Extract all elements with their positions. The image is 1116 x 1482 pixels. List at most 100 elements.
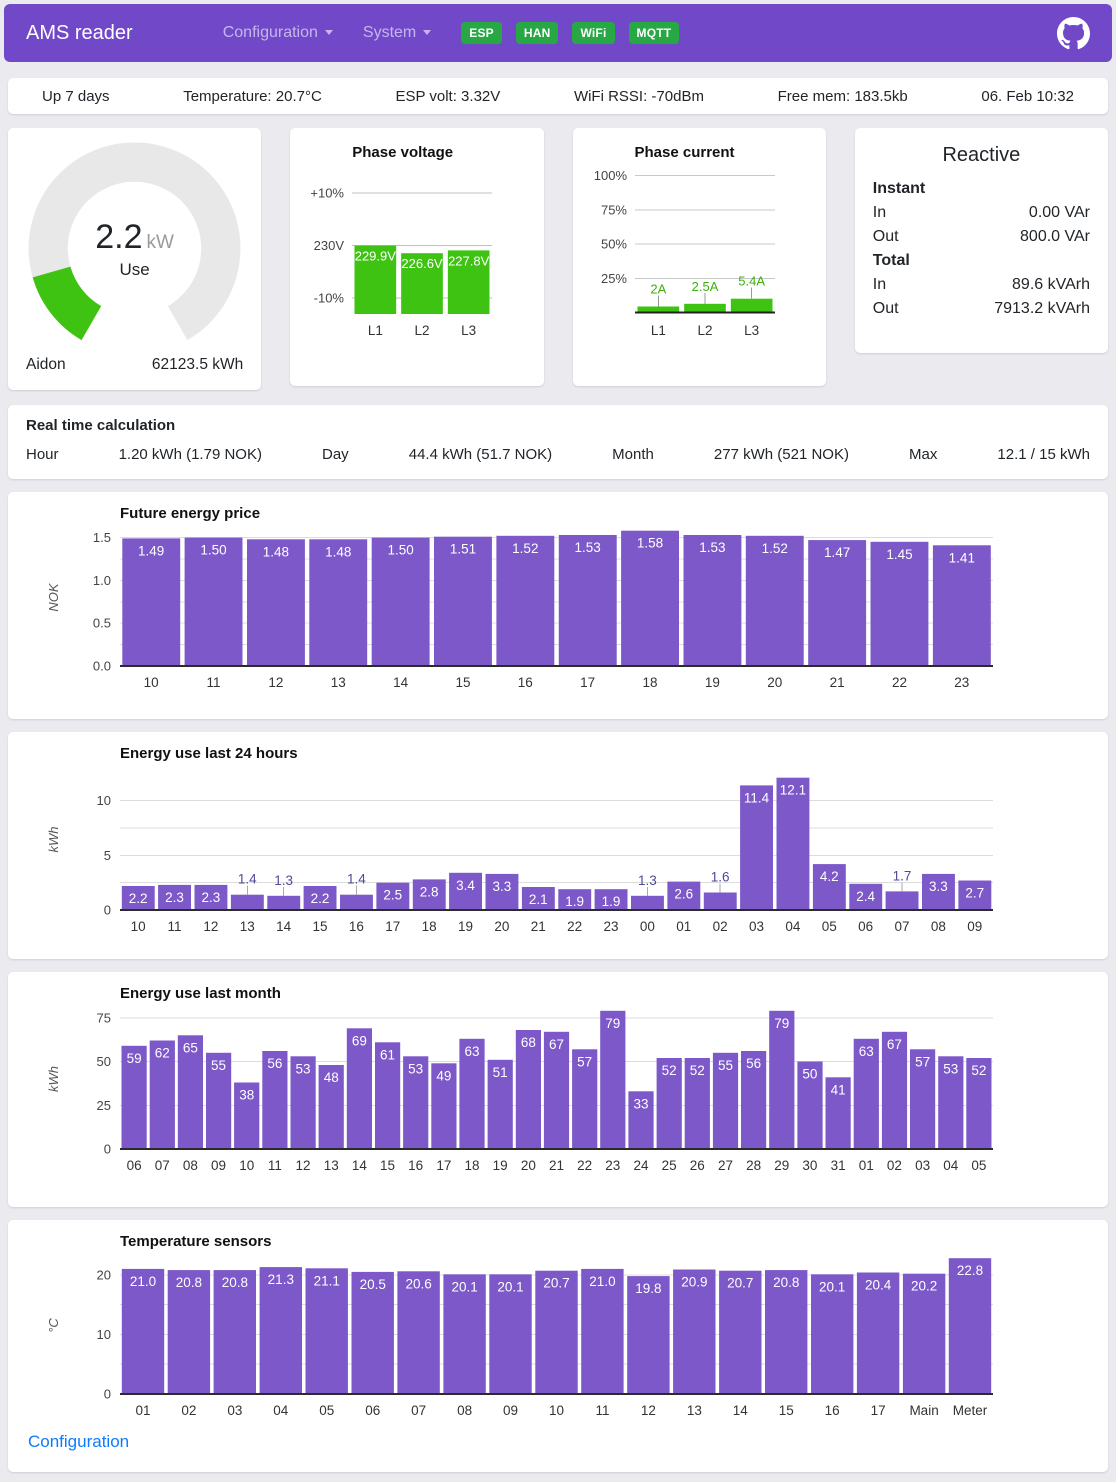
svg-text:16: 16	[349, 919, 364, 934]
temperature-title: Temperature sensors	[8, 1220, 1108, 1254]
svg-text:52: 52	[690, 1063, 705, 1078]
svg-text:20: 20	[97, 1267, 111, 1282]
svg-text:52: 52	[662, 1063, 677, 1078]
meter-row: Aidon 62123.5 kWh	[24, 356, 245, 374]
svg-text:1.3: 1.3	[274, 873, 293, 888]
svg-text:17: 17	[871, 1403, 886, 1418]
svg-text:4.2: 4.2	[820, 869, 839, 884]
reactive-row: Out 800.0 VAr	[873, 225, 1090, 249]
svg-text:1.9: 1.9	[565, 894, 584, 909]
svg-text:1.51: 1.51	[450, 542, 476, 557]
svg-text:L2: L2	[697, 323, 712, 338]
svg-text:05: 05	[822, 919, 837, 934]
svg-text:2.1: 2.1	[529, 892, 548, 907]
svg-text:55: 55	[718, 1058, 733, 1073]
svg-text:11.4: 11.4	[744, 790, 770, 805]
svg-text:10: 10	[97, 793, 111, 808]
svg-text:23: 23	[605, 1158, 620, 1173]
svg-text:20.7: 20.7	[727, 1276, 753, 1291]
mqtt-status-badge[interactable]: MQTT	[629, 22, 680, 44]
svg-text:01: 01	[676, 919, 691, 934]
svg-text:14: 14	[393, 675, 409, 690]
svg-text:18: 18	[643, 675, 658, 690]
phase-current-card: Phase current 25%50%75%100%2AL12.5AL25.4…	[573, 128, 826, 386]
realtime-max-label: Max	[909, 446, 937, 463]
han-status-badge[interactable]: HAN	[516, 22, 559, 44]
svg-text:75: 75	[97, 1010, 111, 1025]
svg-text:48: 48	[324, 1070, 339, 1085]
svg-text:04: 04	[785, 919, 801, 934]
svg-text:17: 17	[436, 1158, 451, 1173]
svg-text:06: 06	[127, 1158, 142, 1173]
realtime-hour-label: Hour	[26, 446, 59, 463]
svg-text:3.3: 3.3	[493, 879, 512, 894]
svg-text:21: 21	[830, 675, 845, 690]
svg-text:1.47: 1.47	[824, 545, 850, 560]
svg-text:63: 63	[859, 1044, 874, 1059]
svg-text:1.58: 1.58	[637, 536, 663, 551]
svg-text:1.53: 1.53	[699, 540, 725, 555]
reactive-total-out-value: 7913.2 kVArh	[994, 297, 1090, 321]
svg-text:11: 11	[168, 919, 182, 934]
phase-current-title: Phase current	[573, 144, 826, 161]
svg-text:04: 04	[943, 1158, 959, 1173]
svg-text:09: 09	[211, 1158, 226, 1173]
energy-month-title: Energy use last month	[8, 972, 1108, 1006]
svg-text:08: 08	[183, 1158, 198, 1173]
svg-text:1.50: 1.50	[200, 543, 226, 558]
power-gauge-card: 2.2kW Use Aidon 62123.5 kWh	[8, 128, 261, 390]
svg-text:23: 23	[604, 919, 619, 934]
realtime-max-value: 12.1 / 15 kWh	[997, 446, 1090, 463]
wifi-status-badge[interactable]: WiFi	[572, 22, 614, 44]
svg-text:2.3: 2.3	[165, 890, 184, 905]
nav-system[interactable]: System	[363, 24, 431, 42]
svg-text:1.49: 1.49	[138, 543, 164, 558]
svg-text:1.52: 1.52	[762, 541, 788, 556]
svg-text:3.3: 3.3	[929, 879, 948, 894]
esp-status-badge[interactable]: ESP	[461, 22, 502, 44]
svg-text:2.8: 2.8	[420, 884, 439, 899]
svg-text:21.0: 21.0	[130, 1274, 156, 1289]
svg-text:57: 57	[915, 1054, 930, 1069]
github-icon[interactable]	[1057, 17, 1090, 50]
gauge-value: 2.2	[95, 218, 142, 256]
svg-text:17: 17	[580, 675, 595, 690]
temperature-status: Temperature: 20.7°C	[183, 88, 322, 105]
svg-text:57: 57	[577, 1054, 592, 1069]
nav-configuration[interactable]: Configuration	[223, 24, 333, 42]
energy-24h-chart: 0510kWh2.22.32.31.41.32.21.42.52.83.43.3…	[8, 766, 1108, 942]
svg-text:10: 10	[144, 675, 159, 690]
svg-text:L1: L1	[650, 323, 665, 338]
reactive-card: Reactive Instant In 0.00 VAr Out 800.0 V…	[855, 128, 1108, 353]
svg-text:50%: 50%	[600, 237, 626, 252]
svg-text:03: 03	[227, 1403, 242, 1418]
svg-text:14: 14	[352, 1158, 368, 1173]
svg-text:53: 53	[943, 1061, 958, 1076]
reactive-total-out-label: Out	[873, 297, 899, 321]
svg-text:25%: 25%	[600, 271, 626, 286]
configuration-link[interactable]: Configuration	[28, 1432, 129, 1452]
svg-text:L3: L3	[744, 323, 759, 338]
svg-text:1.48: 1.48	[263, 544, 289, 559]
svg-text:0: 0	[104, 1142, 111, 1157]
energy-24h-title: Energy use last 24 hours	[8, 732, 1108, 766]
svg-text:01: 01	[135, 1403, 150, 1418]
svg-text:21: 21	[549, 1158, 564, 1173]
svg-text:5.4A: 5.4A	[738, 274, 765, 289]
svg-text:13: 13	[687, 1403, 702, 1418]
svg-text:0.0: 0.0	[93, 659, 111, 674]
reactive-total-in-value: 89.6 kVArh	[1012, 273, 1090, 297]
svg-text:13: 13	[240, 919, 255, 934]
main-nav: Configuration System	[223, 24, 462, 42]
svg-text:05: 05	[971, 1158, 986, 1173]
future-price-title: Future energy price	[8, 492, 1108, 526]
svg-text:10: 10	[97, 1327, 111, 1342]
svg-text:67: 67	[887, 1037, 902, 1052]
svg-text:2.5A: 2.5A	[691, 279, 718, 294]
svg-text:51: 51	[493, 1065, 508, 1080]
svg-text:03: 03	[915, 1158, 930, 1173]
svg-text:1.53: 1.53	[575, 540, 601, 555]
svg-text:1.0: 1.0	[93, 573, 111, 588]
svg-text:13: 13	[324, 1158, 339, 1173]
svg-text:°C: °C	[46, 1318, 61, 1333]
